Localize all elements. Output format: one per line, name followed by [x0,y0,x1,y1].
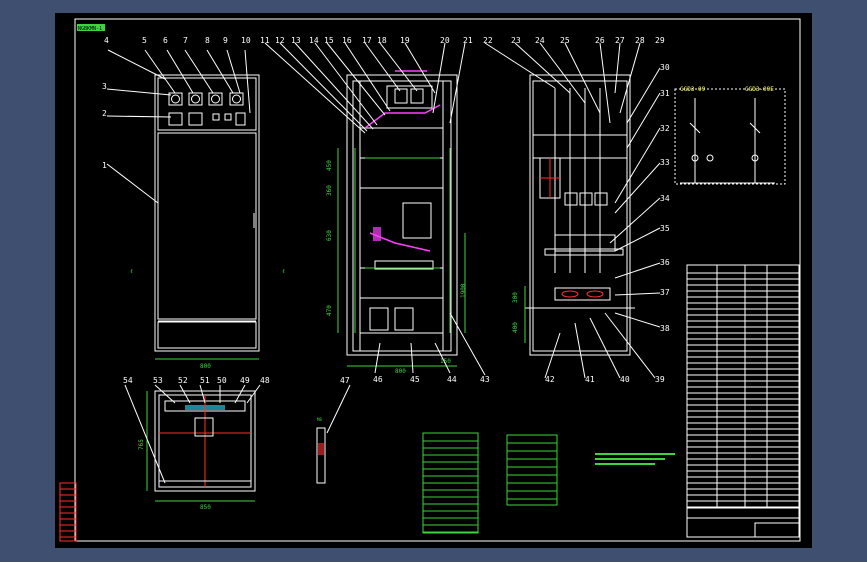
schematic-label-2: GGD3-09E [745,86,774,93]
revision-strip [59,482,77,542]
part-number-20: 20 [440,36,450,45]
part-number-2: 2 [102,109,107,118]
part-number-8: 8 [205,36,210,45]
part-number-54: 54 [123,376,133,385]
part-number-39: 39 [655,375,665,384]
svg-text:M8: M8 [317,417,322,422]
cad-drawing: NGBKMN-1 800 ℓ ℓ 450 360 630 470 1900 80… [59,18,801,542]
part-number-12: 12 [275,36,285,45]
part-number-4: 4 [104,36,109,45]
dim-h3: 630 [326,230,333,241]
part-number-50: 50 [217,376,227,385]
part-number-43: 43 [480,375,490,384]
part-number-25: 25 [560,36,570,45]
part-number-5: 5 [142,36,147,45]
part-number-30: 30 [660,63,670,72]
drawing-border [74,18,801,542]
part-number-48: 48 [260,376,270,385]
part-number-53: 53 [153,376,163,385]
part-number-41: 41 [585,375,595,384]
part-number-42: 42 [545,375,555,384]
part-number-47: 47 [340,376,350,385]
svg-text:ℓ: ℓ [282,268,285,275]
plan-width-dim: 850 [200,504,211,511]
part-number-37: 37 [660,288,670,297]
front-view: 800 ℓ ℓ [106,49,285,370]
part-number-14: 14 [309,36,319,45]
part-number-7: 7 [183,36,188,45]
part-number-45: 45 [410,375,420,384]
part-number-19: 19 [400,36,410,45]
schematic-label-1: GGD3-09 [680,86,706,93]
part-number-33: 33 [660,158,670,167]
schematic: GGD3-09 GGD3-09E [674,86,786,185]
part-number-18: 18 [377,36,387,45]
part-number-26: 26 [595,36,605,45]
part-number-52: 52 [178,376,188,385]
side-width-dim: 800 [395,368,406,375]
part-number-10: 10 [241,36,251,45]
side-view: 450 360 630 470 1900 800 150 [264,42,486,376]
part-number-35: 35 [660,224,670,233]
dim-h4: 470 [326,305,333,316]
part-number-9: 9 [223,36,228,45]
meter-row-2 [168,112,246,126]
part-number-3: 3 [102,82,107,91]
plan-depth-dim: 765 [138,439,145,450]
part-number-27: 27 [615,36,625,45]
front-leaders [106,49,251,204]
part-number-23: 23 [511,36,521,45]
drawing-sheet: NGBKMN-1 800 ℓ ℓ 450 360 630 470 1900 80… [55,13,812,548]
meter-row-1 [168,92,244,106]
part-number-15: 15 [324,36,334,45]
part-number-13: 13 [291,36,301,45]
plan-view: 850 765 [124,384,261,511]
dim-r2: 400 [512,322,519,333]
part-number-17: 17 [362,36,372,45]
table-1 [422,432,479,534]
part-number-32: 32 [660,124,670,133]
part-number-1: 1 [102,161,107,170]
part-number-51: 51 [200,376,210,385]
title-stamp: NGBKMN-1 [78,26,102,32]
dim-h2: 450 [326,160,333,171]
dim-h1: 360 [326,185,333,196]
part-number-21: 21 [463,36,473,45]
rear-view: 300 400 [484,42,661,379]
part-number-36: 36 [660,258,670,267]
part-number-28: 28 [635,36,645,45]
part-number-49: 49 [240,376,250,385]
dim-h5: 1900 [460,283,467,298]
part-number-44: 44 [447,375,457,384]
table-2 [506,434,558,506]
bom-table [686,264,800,538]
part-number-16: 16 [342,36,352,45]
part-number-6: 6 [163,36,168,45]
part-number-31: 31 [660,89,670,98]
part-number-38: 38 [660,324,670,333]
notes [595,453,675,465]
part-number-40: 40 [620,375,630,384]
part-number-22: 22 [483,36,493,45]
part-number-24: 24 [535,36,545,45]
svg-text:ℓ: ℓ [130,268,133,275]
detail-47: M8 [316,384,351,484]
part-number-34: 34 [660,194,670,203]
dim-r1: 300 [512,292,519,303]
part-number-11: 11 [260,36,270,45]
part-number-46: 46 [373,375,383,384]
part-number-29: 29 [655,36,665,45]
front-width-dim: 800 [200,363,211,370]
